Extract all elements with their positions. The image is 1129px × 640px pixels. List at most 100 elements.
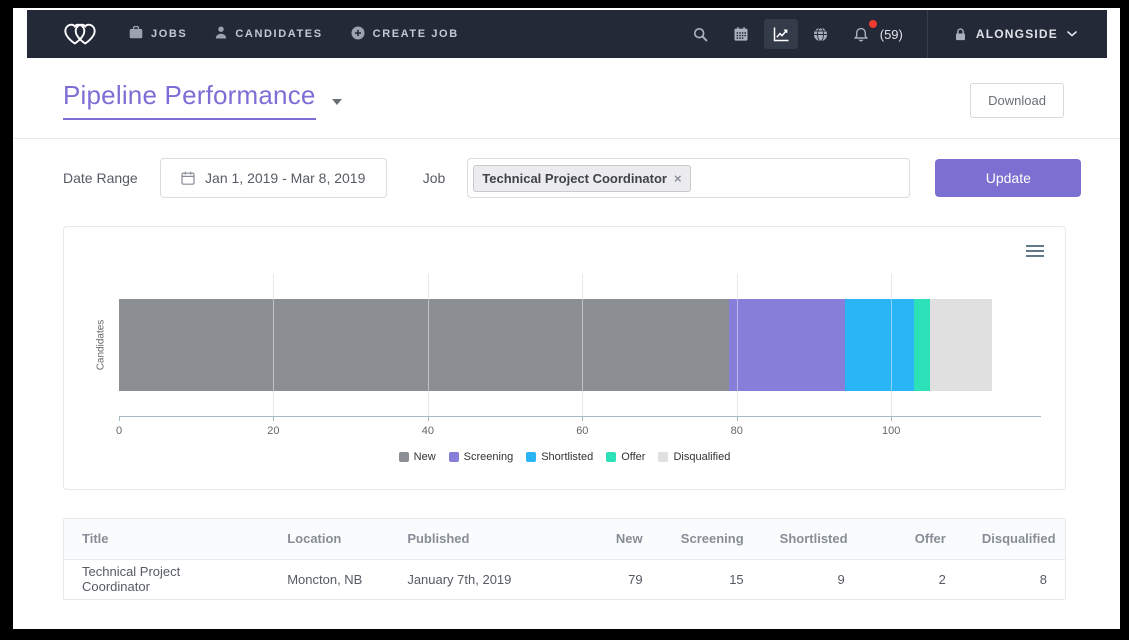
legend-item-new[interactable]: New [399,451,436,463]
x-axis-tick [119,416,120,421]
account-menu[interactable]: ALONGSIDE [927,10,1107,58]
date-range-value: Jan 1, 2019 - Mar 8, 2019 [205,170,365,186]
table-cell: 15 [661,559,762,599]
bar-segment-disqualified[interactable] [930,299,992,391]
legend-label: Screening [464,451,514,463]
bar-segment-new[interactable] [119,299,729,391]
date-range-label: Date Range [63,170,138,186]
gridline-overlay [582,299,583,391]
plot-area: 020406080100 [119,274,1041,417]
calendar-icon[interactable] [724,19,758,49]
table-cell: Technical Project Coordinator [64,559,269,599]
gridline-overlay [737,299,738,391]
remove-tag-icon[interactable]: × [674,172,682,185]
calendar-small-icon [181,171,195,185]
legend-label: Shortlisted [541,451,593,463]
chart-menu-icon[interactable] [1026,245,1044,260]
gridline-overlay [891,299,892,391]
caret-down-icon [332,99,342,105]
x-tick-label: 80 [731,425,743,437]
notification-dot [869,20,877,28]
chevron-down-icon [1067,31,1077,37]
lock-icon [954,28,967,41]
legend-item-screening[interactable]: Screening [449,451,514,463]
notification-count[interactable]: (59) [880,27,903,42]
column-header-title: Title [64,519,269,559]
table-cell: 2 [863,559,964,599]
stacked-bar [119,299,1041,391]
column-header-shortlisted: Shortlisted [762,519,863,559]
legend-item-shortlisted[interactable]: Shortlisted [526,451,593,463]
x-axis-tick [582,416,583,421]
table-body: Technical Project CoordinatorMoncton, NB… [64,559,1065,599]
person-icon [215,26,227,42]
column-header-offer: Offer [863,519,964,559]
legend-item-offer[interactable]: Offer [606,451,645,463]
pipeline-table: TitleLocationPublishedNewScreeningShortl… [63,518,1066,600]
table-cell: January 7th, 2019 [389,559,559,599]
column-header-screening: Screening [661,519,762,559]
x-axis-tick [891,416,892,421]
x-axis-tick [273,416,274,421]
alongside-logo-icon[interactable] [61,19,99,49]
x-tick-label: 40 [422,425,434,437]
x-tick-label: 20 [267,425,279,437]
notifications-bell-icon[interactable] [844,19,878,49]
nav-item-label: CANDIDATES [235,28,322,40]
legend-label: Offer [621,451,645,463]
nav-item-create-job[interactable]: CREATE JOB [351,26,459,43]
nav-item-jobs[interactable]: JOBS [129,26,187,42]
table-header-row: TitleLocationPublishedNewScreeningShortl… [64,519,1065,559]
legend-swatch [449,452,459,462]
update-button[interactable]: Update [935,159,1081,197]
chart-legend: New Screening Shortlisted Offer Disqualified [64,451,1065,463]
table-cell: 9 [762,559,863,599]
legend-label: Disqualified [673,451,730,463]
table-cell: 79 [559,559,660,599]
job-tag: Technical Project Coordinator × [473,165,690,192]
search-icon[interactable] [684,19,718,49]
legend-item-disqualified[interactable]: Disqualified [658,451,730,463]
briefcase-icon [129,26,143,42]
bar-segment-screening[interactable] [729,299,845,391]
column-header-disqualified: Disqualified [964,519,1065,559]
legend-swatch [606,452,616,462]
legend-swatch [526,452,536,462]
table-cell: 8 [964,559,1065,599]
gridline-overlay [428,299,429,391]
table-cell: Moncton, NB [269,559,389,599]
top-navbar: JOBS CANDIDATES CREATE JOB [27,10,1107,58]
x-tick-label: 0 [116,425,122,437]
report-selector[interactable]: Pipeline Performance [63,80,342,120]
date-range-input[interactable]: Jan 1, 2019 - Mar 8, 2019 [160,158,387,198]
x-axis-tick [737,416,738,421]
x-tick-label: 60 [576,425,588,437]
job-label: Job [423,170,446,186]
gridline-overlay [273,299,274,391]
plus-circle-icon [351,26,365,43]
legend-label: New [414,451,436,463]
job-tag-label: Technical Project Coordinator [482,171,667,186]
nav-item-label: JOBS [151,28,187,40]
reports-chart-icon[interactable] [764,19,798,49]
column-header-location: Location [269,519,389,559]
nav-item-label: CREATE JOB [373,28,459,40]
x-tick-label: 100 [882,425,900,437]
job-select-input[interactable]: Technical Project Coordinator × [467,158,910,198]
column-header-published: Published [389,519,559,559]
table-row: Technical Project CoordinatorMoncton, NB… [64,559,1065,599]
page-title: Pipeline Performance [63,80,316,120]
download-button[interactable]: Download [970,83,1064,118]
page: JOBS CANDIDATES CREATE JOB [13,8,1120,629]
legend-swatch [399,452,409,462]
column-header-new: New [559,519,660,559]
x-axis-tick [428,416,429,421]
page-header: Pipeline Performance Download [13,58,1120,138]
legend-swatch [658,452,668,462]
pipeline-chart-card: Candidates 020406080100 NewScreeningShor… [63,226,1066,490]
globe-icon[interactable] [804,19,838,49]
bar-segment-offer[interactable] [914,299,929,391]
account-label: ALONGSIDE [976,27,1058,41]
nav-item-candidates[interactable]: CANDIDATES [215,26,322,42]
bar-segment-shortlisted[interactable] [845,299,915,391]
